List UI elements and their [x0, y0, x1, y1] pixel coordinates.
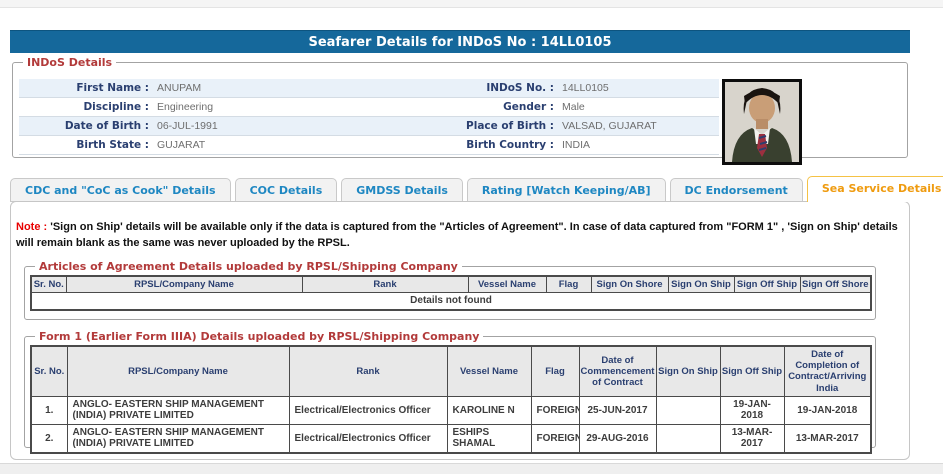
tab-gmdss-details[interactable]: GMDSS Details — [341, 178, 463, 202]
form1-row-1: 1. ANGLO- EASTERN SHIP MANAGEMENT (INDIA… — [31, 396, 871, 424]
gender-label: Gender : — [384, 98, 554, 117]
detail-row: First Name : ANUPAM INDoS No. : 14LL0105 — [19, 79, 719, 98]
sr-no: 2. — [31, 424, 67, 453]
articles-of-agreement-section: Articles of Agreement Details uploaded b… — [24, 260, 876, 320]
birth-state-value: GUJARAT — [149, 136, 384, 155]
indos-details-section: INDoS Details First Name : ANUPAM INDoS … — [12, 56, 908, 158]
seafarer-photo — [722, 79, 802, 165]
first-name-label: First Name : — [19, 79, 149, 98]
sign-off-ship: 19-JAN-2018 — [720, 396, 784, 424]
flag: FOREIGN — [531, 396, 579, 424]
place-of-birth-value: VALSAD, GUJARAT — [554, 117, 719, 136]
birth-state-label: Birth State : — [19, 136, 149, 155]
top-strip — [0, 0, 943, 8]
place-of-birth-label: Place of Birth : — [384, 117, 554, 136]
tab-dc-endorsement[interactable]: DC Endorsement — [670, 178, 803, 202]
discipline-label: Discipline : — [19, 98, 149, 117]
sign-on-ship — [656, 396, 720, 424]
commencement-date: 25-JUN-2017 — [579, 396, 656, 424]
discipline-value: Engineering — [149, 98, 384, 117]
articles-empty-row: Details not found — [31, 293, 871, 310]
note-prefix: Note : — [16, 221, 47, 233]
note-text: Note : 'Sign on Ship' details will be av… — [16, 220, 900, 252]
vessel-name: ESHIPS SHAMAL — [447, 424, 531, 453]
rank: Electrical/Electronics Officer — [289, 424, 447, 453]
col-sr-no: Sr. No. — [31, 276, 66, 293]
birth-country-label: Birth Country : — [384, 136, 554, 155]
form1-legend: Form 1 (Earlier Form IIIA) Details uploa… — [35, 330, 483, 343]
form1-header-row: Sr. No. RPSL/Company Name Rank Vessel Na… — [31, 346, 871, 396]
col-sign-off-ship: Sign Off Ship — [720, 346, 784, 396]
col-completion: Date of Completion of Contract/Arriving … — [784, 346, 871, 396]
bottom-strip — [0, 463, 943, 474]
seafarer-details-page: Seafarer Details for INDoS No : 14LL0105… — [0, 0, 943, 474]
details-not-found-message: Details not found — [31, 293, 871, 310]
detail-row: Date of Birth : 06-JUL-1991 Place of Bir… — [19, 117, 719, 136]
company-name: ANGLO- EASTERN SHIP MANAGEMENT (INDIA) P… — [67, 396, 289, 424]
flag: FOREIGN — [531, 424, 579, 453]
indos-detail-grid: First Name : ANUPAM INDoS No. : 14LL0105… — [19, 79, 719, 155]
col-sign-off-shore: Sign Off Shore — [800, 276, 871, 293]
col-vessel: Vessel Name — [447, 346, 531, 396]
col-sign-on-ship: Sign On Ship — [656, 346, 720, 396]
form1-table: Sr. No. RPSL/Company Name Rank Vessel Na… — [30, 345, 872, 454]
form1-section: Form 1 (Earlier Form IIIA) Details uploa… — [24, 330, 876, 448]
date-of-birth-value: 06-JUL-1991 — [149, 117, 384, 136]
commencement-date: 29-AUG-2016 — [579, 424, 656, 453]
articles-table: Sr. No. RPSL/Company Name Rank Vessel Na… — [30, 275, 872, 311]
col-vessel: Vessel Name — [468, 276, 546, 293]
col-company: RPSL/Company Name — [66, 276, 302, 293]
indos-details-legend: INDoS Details — [23, 56, 116, 69]
articles-header-row: Sr. No. RPSL/Company Name Rank Vessel Na… — [31, 276, 871, 293]
completion-date: 19-JAN-2018 — [784, 396, 871, 424]
detail-row: Discipline : Engineering Gender : Male — [19, 98, 719, 117]
note-body: 'Sign on Ship' details will be available… — [16, 221, 898, 249]
articles-legend: Articles of Agreement Details uploaded b… — [35, 260, 462, 273]
vessel-name: KAROLINE N — [447, 396, 531, 424]
tab-cdc-coc-as-cook-details[interactable]: CDC and "CoC as Cook" Details — [10, 178, 231, 202]
sr-no: 1. — [31, 396, 67, 424]
sign-off-ship: 13-MAR-2017 — [720, 424, 784, 453]
tab-bar: CDC and "CoC as Cook" Details COC Detail… — [10, 177, 943, 202]
col-sr-no: Sr. No. — [31, 346, 67, 396]
col-flag: Flag — [531, 346, 579, 396]
page-title: Seafarer Details for INDoS No : 14LL0105 — [10, 30, 910, 53]
detail-row: Birth State : GUJARAT Birth Country : IN… — [19, 136, 719, 155]
col-commencement: Date of Commencement of Contract — [579, 346, 656, 396]
col-rank: Rank — [289, 346, 447, 396]
col-rank: Rank — [302, 276, 468, 293]
indos-no-value: 14LL0105 — [554, 79, 719, 98]
col-company: RPSL/Company Name — [67, 346, 289, 396]
col-sign-on-ship: Sign On Ship — [668, 276, 734, 293]
indos-no-label: INDoS No. : — [384, 79, 554, 98]
date-of-birth-label: Date of Birth : — [19, 117, 149, 136]
sign-on-ship — [656, 424, 720, 453]
form1-row-2: 2. ANGLO- EASTERN SHIP MANAGEMENT (INDIA… — [31, 424, 871, 453]
col-sign-off-ship: Sign Off Ship — [734, 276, 800, 293]
tab-coc-details[interactable]: COC Details — [235, 178, 338, 202]
tab-rating-watch-keeping-ab[interactable]: Rating [Watch Keeping/AB] — [467, 178, 666, 202]
col-sign-on-shore: Sign On Shore — [591, 276, 668, 293]
completion-date: 13-MAR-2017 — [784, 424, 871, 453]
col-flag: Flag — [546, 276, 591, 293]
first-name-value: ANUPAM — [149, 79, 384, 98]
rank: Electrical/Electronics Officer — [289, 396, 447, 424]
gender-value: Male — [554, 98, 719, 117]
company-name: ANGLO- EASTERN SHIP MANAGEMENT (INDIA) P… — [67, 424, 289, 453]
tab-sea-service-details[interactable]: Sea Service Details — [807, 176, 943, 202]
birth-country-value: INDIA — [554, 136, 719, 155]
